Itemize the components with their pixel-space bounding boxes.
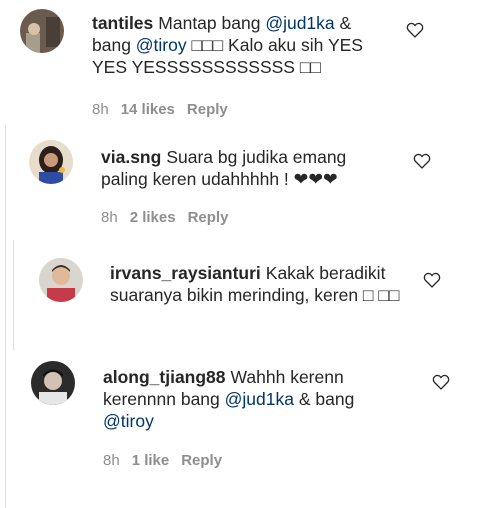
heart-outline-icon[interactable] [423, 272, 441, 288]
thread-line [5, 125, 6, 508]
mention-link[interactable]: @jud1ka [265, 13, 334, 33]
comment-likes[interactable]: 2 likes [130, 209, 176, 226]
reply-button[interactable]: Reply [181, 452, 222, 469]
heart-outline-icon[interactable] [413, 153, 431, 169]
comment-text: irvans_raysianturi Kakak beradikit suaran… [110, 263, 400, 305]
comment-time[interactable]: 8h [92, 101, 109, 118]
mention-link[interactable]: @tiroy [136, 35, 187, 55]
comment-username[interactable]: via.sng [101, 147, 161, 167]
thread-line [13, 240, 14, 350]
reply-button[interactable]: Reply [187, 101, 228, 118]
avatar[interactable] [39, 258, 83, 302]
comment-username[interactable]: irvans_raysianturi [110, 263, 261, 283]
avatar[interactable] [20, 9, 64, 53]
comment-username[interactable]: along_tjiang88 [103, 367, 226, 387]
heart-outline-icon[interactable] [432, 374, 450, 390]
mention-link[interactable]: @jud1ka [225, 389, 294, 409]
reply-button[interactable]: Reply [188, 209, 229, 226]
comment-text: tantiles Mantap bang @jud1ka & bang @tiro… [92, 13, 363, 77]
comment-text: along_tjiang88 Wahhh kerenn kerennnn bang… [103, 367, 355, 431]
comment-username[interactable]: tantiles [92, 13, 153, 33]
comment-likes[interactable]: 14 likes [121, 101, 175, 118]
comment-text: via.sng Suara bg judika emang paling kere… [101, 147, 347, 189]
comment-time[interactable]: 8h [101, 209, 118, 226]
comment-meta: 8h 1 like Reply [103, 452, 234, 469]
heart-outline-icon[interactable] [406, 22, 424, 38]
avatar[interactable] [29, 140, 73, 184]
comment-likes[interactable]: 1 like [132, 452, 170, 469]
avatar[interactable] [31, 361, 75, 405]
comment-time[interactable]: 8h [103, 452, 120, 469]
mention-link[interactable]: @tiroy [103, 411, 154, 431]
comment-meta: 8h 14 likes Reply [92, 101, 240, 118]
comment-meta: 8h 2 likes Reply [101, 209, 240, 226]
